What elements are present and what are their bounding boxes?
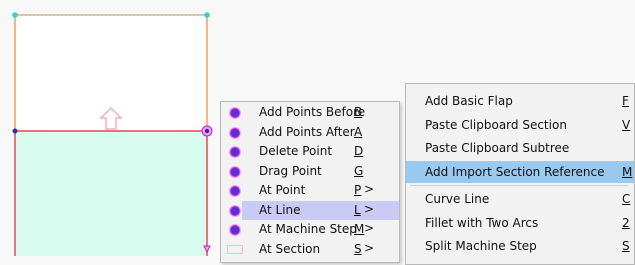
menu-item-at-machine-step[interactable]: At Machine Step M > — [221, 220, 399, 239]
menu-item-label: Add Points After — [259, 124, 355, 139]
submenu-item-label: Add Basic Flap — [425, 94, 513, 108]
submenu-item-add-import-section-reference[interactable]: Add Import Section Reference M — [406, 160, 634, 183]
menu-item-add-points-before[interactable]: Add Points Before B — [221, 103, 399, 122]
radio-bullet-icon — [230, 225, 240, 235]
menu-item-delete-point[interactable]: Delete Point D — [221, 142, 399, 161]
menu-item-label: Add Points Before — [259, 105, 366, 119]
submenu-item-label: Paste Clipboard Section — [425, 117, 567, 132]
menu-item-drag-point[interactable]: Drag Point G — [221, 162, 399, 181]
submenu-item-label: Add Import Section Reference — [425, 164, 605, 179]
menu-separator — [410, 185, 628, 186]
menu-item-label: At Machine Step — [259, 222, 357, 236]
menu-item-shortcut: G — [354, 163, 364, 178]
point-context-menu: Add Points Before B Add Points After A Delet… — [220, 101, 400, 263]
submenu-arrow-icon: > — [364, 182, 375, 196]
submenu-item-shortcut: M — [622, 164, 633, 179]
radio-bullet-icon — [230, 166, 240, 177]
lower-section[interactable] — [15, 131, 207, 256]
submenu-arrow-icon: > — [364, 201, 375, 216]
submenu-item-shortcut: S — [622, 239, 630, 253]
submenu-item-label: Split Machine Step — [425, 239, 537, 253]
menu-item-at-point[interactable]: At Point P > — [221, 181, 399, 200]
vertex-handle-icon[interactable] — [12, 12, 18, 18]
submenu-arrow-icon: > — [364, 221, 375, 235]
vertex-handle-icon[interactable] — [12, 128, 18, 134]
line-submenu: Add Basic Flap F Paste Clipboard Section V P… — [405, 83, 635, 265]
submenu-item-label: Fillet with Two Arcs — [425, 215, 539, 230]
menu-item-shortcut: M — [354, 222, 365, 236]
menu-item-label: At Section — [259, 241, 321, 256]
submenu-item-shortcut: C — [622, 192, 631, 206]
submenu-item-paste-clipboard-section[interactable]: Paste Clipboard Section V — [406, 114, 634, 136]
selected-vertex-handle-icon[interactable] — [201, 125, 213, 137]
radio-bullet-icon — [230, 108, 240, 118]
menu-item-label: Drag Point — [259, 163, 322, 178]
submenu-item-shortcut: V — [622, 117, 631, 132]
submenu-item-add-basic-flap[interactable]: Add Basic Flap F — [406, 90, 634, 112]
menu-item-label: Delete Point — [259, 144, 333, 158]
submenu-item-shortcut: F — [622, 94, 629, 108]
menu-item-label: At Point — [259, 183, 306, 197]
submenu-arrow-icon: > — [364, 240, 375, 255]
radio-bullet-icon — [230, 147, 240, 157]
submenu-item-curve-line[interactable]: Curve Line C — [406, 188, 634, 210]
submenu-item-fillet-with-two-arcs[interactable]: Fillet with Two Arcs 2 — [406, 212, 634, 234]
menu-item-shortcut: P — [354, 183, 362, 197]
menu-item-add-points-after[interactable]: Add Points After A — [221, 123, 399, 142]
menu-item-shortcut: B — [354, 105, 363, 119]
radio-bullet-icon — [230, 127, 240, 138]
menu-item-at-line[interactable]: At Line L > — [221, 200, 399, 220]
radio-bullet-icon — [230, 186, 240, 196]
submenu-item-label: Paste Clipboard Subtree — [425, 141, 570, 155]
empty-bullet-icon — [227, 244, 243, 254]
radio-bullet-icon — [230, 205, 240, 216]
menu-item-label: At Line — [259, 202, 301, 217]
submenu-item-split-machine-step[interactable]: Split Machine Step S — [406, 235, 634, 257]
menu-item-shortcut: A — [354, 124, 363, 139]
menu-item-shortcut: D — [354, 144, 364, 158]
vertex-handle-icon[interactable] — [204, 12, 210, 18]
submenu-item-label: Curve Line — [425, 192, 490, 206]
submenu-item-shortcut: 2 — [622, 215, 630, 230]
menu-item-shortcut: L — [354, 202, 361, 217]
menu-item-shortcut: S — [354, 241, 362, 256]
submenu-item-paste-clipboard-subtree[interactable]: Paste Clipboard Subtree — [406, 137, 634, 159]
